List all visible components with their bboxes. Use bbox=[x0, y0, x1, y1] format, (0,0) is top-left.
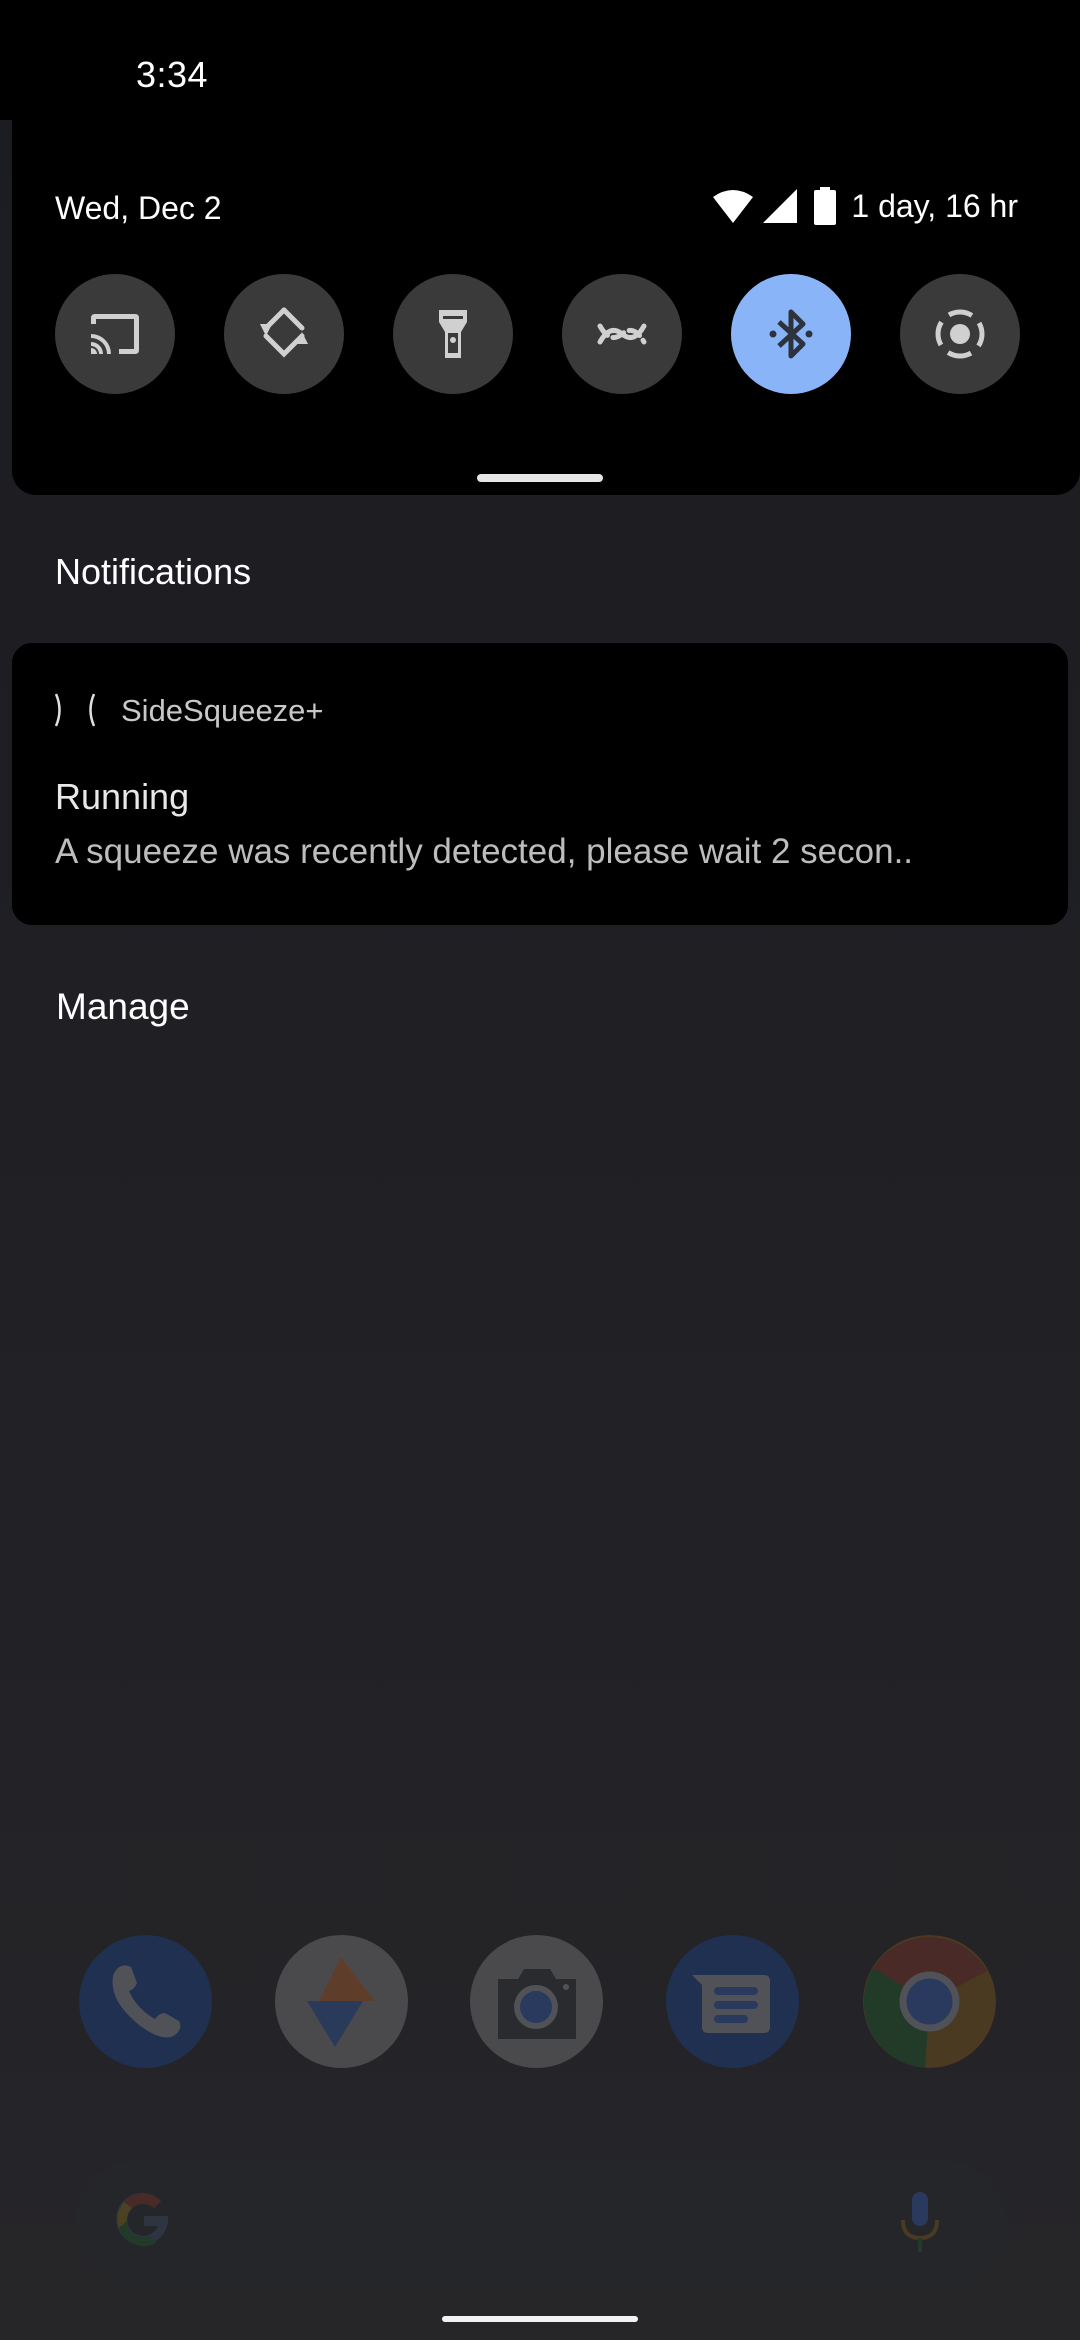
chrome-icon bbox=[863, 1935, 996, 2068]
mic-icon bbox=[901, 2192, 939, 2252]
battery-icon bbox=[814, 187, 837, 225]
squeeze-icon bbox=[54, 693, 96, 727]
wifi-icon bbox=[713, 190, 754, 223]
bluetooth-icon bbox=[769, 309, 813, 359]
google-g-icon bbox=[116, 2192, 169, 2247]
status-icons: 1 day, 16 hr bbox=[713, 186, 1018, 226]
messages-icon bbox=[692, 1975, 770, 2033]
gesture-nav-handle[interactable] bbox=[442, 2316, 638, 2322]
notification-title: Running bbox=[55, 776, 190, 817]
rotate-icon bbox=[260, 307, 308, 358]
notification-app-name: SideSqueeze+ bbox=[121, 693, 324, 728]
camera-icon bbox=[498, 1969, 576, 2039]
cast-icon bbox=[91, 314, 139, 354]
cell-signal-icon bbox=[763, 189, 798, 223]
screen-record-icon bbox=[935, 309, 985, 359]
google-search-bar[interactable] bbox=[75, 2160, 1005, 2285]
qs-date[interactable]: Wed, Dec 2 bbox=[55, 190, 222, 227]
app-triangle-icon bbox=[307, 1957, 375, 2047]
dock-chrome[interactable] bbox=[863, 1935, 996, 2068]
tile-screen-record[interactable] bbox=[900, 274, 1020, 394]
dock-app-2[interactable] bbox=[275, 1935, 408, 2068]
manage-button[interactable]: Manage bbox=[56, 986, 190, 1028]
dock-messages[interactable] bbox=[666, 1935, 799, 2068]
flashlight-icon bbox=[439, 310, 467, 358]
tile-auto-rotate[interactable] bbox=[224, 274, 344, 394]
battery-remaining: 1 day, 16 hr bbox=[851, 187, 1018, 224]
qs-expand-handle[interactable] bbox=[477, 474, 603, 482]
phone-icon bbox=[112, 1965, 181, 2038]
dock-phone[interactable] bbox=[79, 1935, 212, 2068]
notification-text: A squeeze was recently detected, please … bbox=[55, 832, 914, 871]
tile-bluetooth[interactable] bbox=[731, 274, 851, 394]
dock-camera[interactable] bbox=[470, 1935, 603, 2068]
tile-nearby-share[interactable] bbox=[562, 274, 682, 394]
tile-flashlight[interactable] bbox=[393, 274, 513, 394]
tile-cast[interactable] bbox=[55, 274, 175, 394]
nearby-share-icon bbox=[597, 323, 647, 345]
notifications-header: Notifications bbox=[55, 551, 252, 592]
status-bar-clock: 3:34 bbox=[136, 54, 209, 95]
